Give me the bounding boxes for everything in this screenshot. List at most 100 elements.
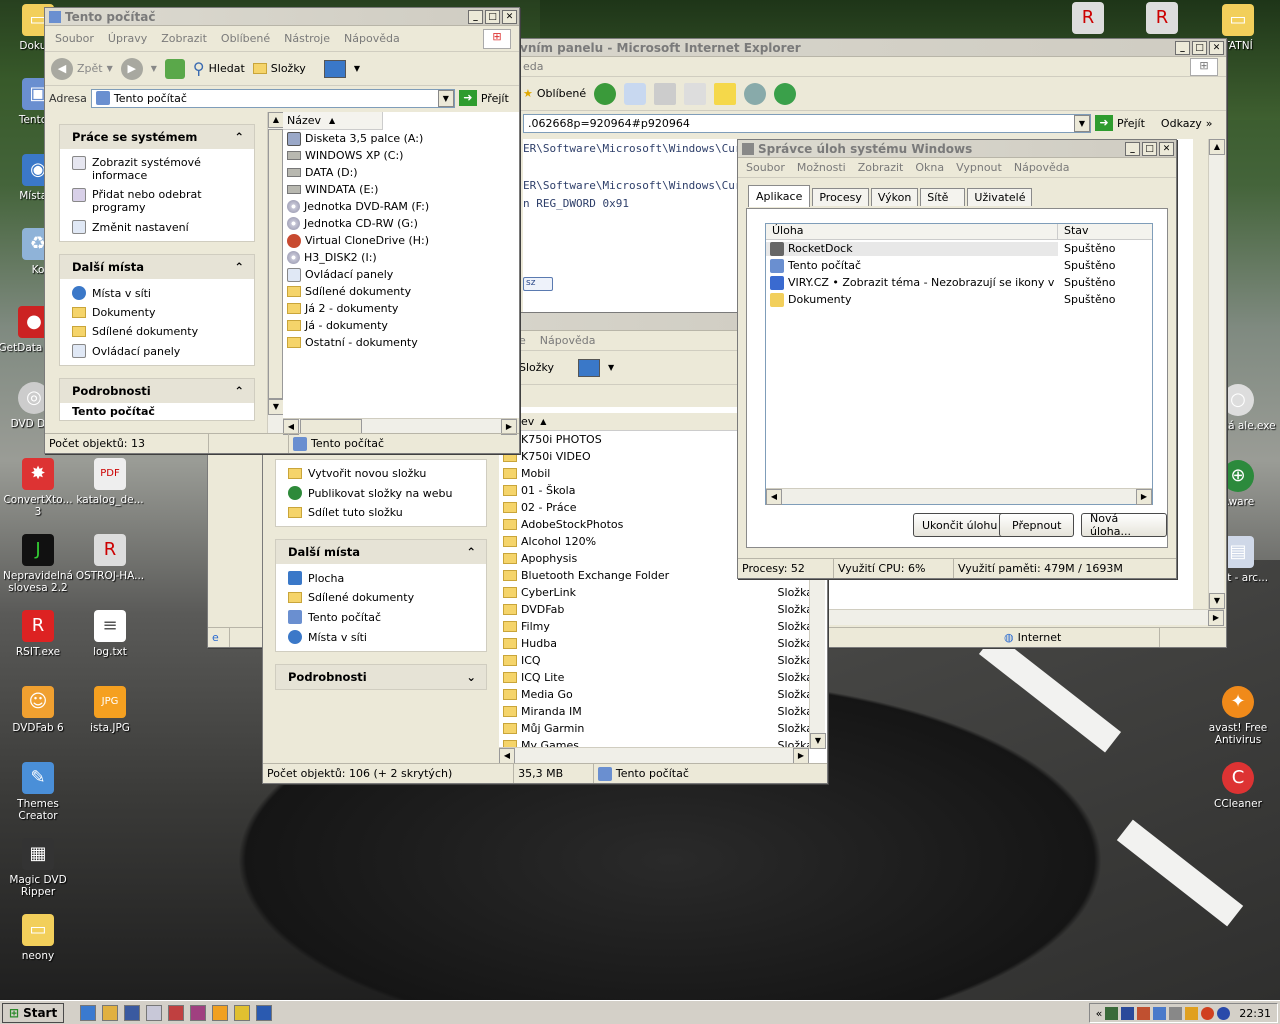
links-label[interactable]: Odkazy [1161,117,1202,130]
details-header[interactable]: Podrobnosti ⌃ [60,379,254,403]
folders-button[interactable]: Složky [519,361,554,374]
view-icon[interactable] [578,358,601,377]
tray-icon[interactable] [1185,1006,1199,1020]
quicklaunch-app-icon[interactable] [190,1004,207,1021]
desktop-icon[interactable]: ✎ Themes Creator [0,762,76,822]
scroll-thumb[interactable] [268,129,283,399]
details-header[interactable]: Podrobnosti ⌄ [276,665,486,689]
scroll-right-icon[interactable]: ▶ [793,748,809,764]
tray-icon[interactable] [1105,1006,1119,1020]
maximize-button[interactable]: □ [1192,41,1207,55]
maximize-button[interactable]: □ [485,10,500,24]
place-shared-docs[interactable]: Sdílené dokumenty [276,588,486,607]
tray-icon[interactable] [1217,1006,1231,1020]
list-item[interactable]: Disketa 3,5 palce (A:) [283,130,519,147]
place-documents[interactable]: Dokumenty [60,303,254,322]
mail-icon[interactable] [624,82,647,105]
tab-users[interactable]: Uživatelé [967,188,1033,206]
explorer-second-hscroll[interactable]: ◀ ▶ [499,747,809,764]
scroll-down-icon[interactable]: ▼ [1209,593,1225,609]
list-item[interactable]: WINDOWS XP (C:) [283,147,519,164]
quicklaunch-app-icon[interactable] [168,1004,185,1021]
menu-item-help[interactable]: Nápověda [540,334,596,347]
menu-file[interactable]: Soubor [746,161,785,174]
task-row[interactable]: RocketDock Spuštěno [766,240,1152,257]
chevron-down-icon[interactable]: ▼ [608,363,614,372]
chevron-down-icon[interactable]: ▼ [354,64,360,73]
desktop-icon[interactable]: ✦ avast! Free Antivirus [1200,686,1276,746]
list-item[interactable]: Hudba Složka [499,635,813,652]
forward-arrow-icon[interactable]: ▶ [120,57,143,80]
scroll-down-icon[interactable]: ▼ [810,733,826,749]
print-icon[interactable] [654,82,677,105]
quicklaunch-ie-icon[interactable] [80,1004,97,1021]
switch-to-button[interactable]: Přepnout [999,513,1075,537]
task-list-hscroll[interactable]: ◀ ▶ [766,488,1152,505]
tray-icon[interactable] [1169,1006,1183,1020]
new-task-button[interactable]: Nová úloha... [1081,512,1167,538]
end-task-button[interactable]: Ukončit úlohu [913,513,1007,537]
task-publish-web[interactable]: Publikovat složky na webu [276,483,486,503]
desktop-icon[interactable]: R [1144,2,1180,38]
other-places-header[interactable]: Další místa ⌃ [276,540,486,564]
tray-icon[interactable] [1201,1006,1215,1020]
menu-help[interactable]: Nápověda [344,32,400,45]
expand-icon[interactable]: ⌄ [466,670,476,684]
clock[interactable]: 22:31 [1239,1007,1271,1020]
place-shared-docs[interactable]: Sdílené dokumenty [60,322,254,341]
task-system-info[interactable]: Zobrazit systémové informace [60,153,254,185]
list-item[interactable]: H3_DISK2 (I:) [283,249,519,266]
list-item[interactable]: Filmy Složka [499,618,813,635]
chevron-down-icon[interactable]: ▼ [437,89,454,107]
list-item[interactable]: Já - dokumenty [283,317,519,334]
quicklaunch-word-icon[interactable] [256,1004,273,1021]
place-network[interactable]: Místa v síti [276,627,486,647]
tray-icon[interactable] [1153,1006,1167,1020]
scroll-up-icon[interactable]: ▲ [1209,139,1225,155]
list-item[interactable]: Media Go Složka [499,686,813,703]
quicklaunch-app-icon[interactable] [102,1004,119,1021]
desktop-icon[interactable]: R OSTROJ-HA... [72,534,148,582]
scroll-down-icon[interactable]: ▼ [268,399,284,415]
task-manager-window[interactable]: Správce úloh systému Windows _ □ ✕ Soubor … [737,139,1177,579]
list-item[interactable]: Jednotka DVD-RAM (F:) [283,198,519,215]
desktop-icon[interactable]: ✸ ConvertXto... 3 [0,458,76,518]
list-item[interactable]: Můj Garmin Složka [499,720,813,737]
menu-options[interactable]: Možnosti [797,161,846,174]
minimize-button[interactable]: _ [1175,41,1190,55]
scroll-left-icon[interactable]: ◀ [766,489,782,505]
tray-icon[interactable] [1137,1006,1151,1020]
minimize-button[interactable]: _ [468,10,483,24]
desktop-icon[interactable]: C CCleaner [1200,762,1276,810]
list-item[interactable]: Miranda IM Složka [499,703,813,720]
menu-shutdown[interactable]: Vypnout [956,161,1002,174]
chevron-down-icon[interactable]: ▼ [1074,114,1090,132]
chevron-down-icon[interactable]: ▼ [151,64,157,73]
scroll-right-icon[interactable]: ▶ [1136,489,1152,505]
quicklaunch-app-icon[interactable] [146,1004,163,1021]
place-network[interactable]: Místa v síti [60,283,254,303]
task-row[interactable]: VIRY.CZ • Zobrazit téma - Nezobrazují se… [766,274,1152,291]
close-button[interactable]: ✕ [1209,41,1224,55]
quicklaunch-app-icon[interactable] [124,1004,141,1021]
task-change-settings[interactable]: Změnit nastavení [60,217,254,237]
messenger-icon[interactable] [774,82,797,105]
search-button[interactable]: ⚲ Hledat [193,59,245,78]
desktop-icon[interactable]: ▭ neony [0,914,76,962]
collapse-icon[interactable]: ⌃ [234,130,244,144]
desktop-icon[interactable]: ▦ Magic DVD Ripper [0,838,76,898]
quicklaunch-app-icon[interactable] [212,1004,229,1021]
ie-address-input[interactable]: .062668p=920964#p920964 ▼ [523,113,1091,133]
system-tasks-header[interactable]: Práce se systémem ⌃ [60,125,254,149]
menu-tools[interactable]: Nástroje [284,32,330,45]
menu-edit[interactable]: Úpravy [108,32,147,45]
history-icon[interactable] [594,82,617,105]
list-item[interactable]: Virtual CloneDrive (H:) [283,232,519,249]
column-task[interactable]: Úloha [766,224,1058,239]
view-icon[interactable] [323,59,346,78]
place-desktop[interactable]: Plocha [276,568,486,588]
place-my-computer[interactable]: Tento počítač [276,607,486,627]
desktop-icon[interactable]: JPG ista.JPG [72,686,148,734]
list-item[interactable]: Já 2 - dokumenty [283,300,519,317]
ie-vscroll[interactable]: ▲ ▼ [1208,139,1225,609]
